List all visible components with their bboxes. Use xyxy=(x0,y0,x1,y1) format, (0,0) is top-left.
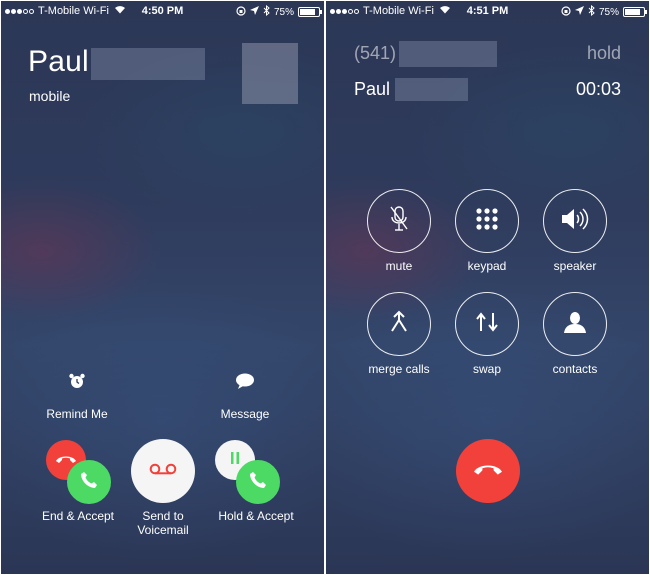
message-button[interactable]: Message xyxy=(200,371,290,421)
rotation-lock-icon xyxy=(236,5,246,19)
redacted-number xyxy=(399,41,497,67)
accept-call-mini-button[interactable] xyxy=(67,460,111,504)
keypad-grid-icon xyxy=(474,206,500,237)
caller-number-type: mobile xyxy=(29,88,71,104)
held-call-status: hold xyxy=(586,43,621,63)
remind-me-label: Remind Me xyxy=(46,407,108,421)
swap-button[interactable] xyxy=(455,292,519,356)
speaker-icon xyxy=(559,207,591,236)
redacted-surname xyxy=(91,48,205,80)
call-duration: 00:03 xyxy=(575,79,621,99)
in-call-screen: T-Mobile Wi-Fi 4:51 PM 75% (541) hold Pa… xyxy=(326,1,649,574)
status-bar: T-Mobile Wi-Fi 4:50 PM 75% xyxy=(1,1,324,21)
voicemail-label-line1: Send to xyxy=(142,509,184,523)
battery-percent: 75% xyxy=(273,6,294,18)
keypad-label: keypad xyxy=(467,259,507,273)
swap-label: swap xyxy=(472,362,501,376)
phone-icon xyxy=(80,471,98,494)
mute-label: mute xyxy=(385,259,413,273)
remind-me-button[interactable]: Remind Me xyxy=(32,371,122,421)
incoming-call-screen: T-Mobile Wi-Fi 4:50 PM 75% Paul mobile R… xyxy=(1,1,324,574)
contact-person-icon xyxy=(563,310,587,339)
speaker-label: speaker xyxy=(553,259,597,273)
voicemail-label-line2: Voicemail xyxy=(137,523,189,537)
pause-icon xyxy=(230,451,240,469)
caller-photo xyxy=(242,43,298,104)
end-call-button[interactable] xyxy=(456,439,520,503)
merge-calls-button[interactable] xyxy=(367,292,431,356)
status-right: 75% xyxy=(236,4,322,19)
alarm-clock-icon xyxy=(67,371,87,391)
location-arrow-icon xyxy=(249,6,259,18)
merge-icon xyxy=(388,310,410,339)
hold-accept-label: Hold & Accept xyxy=(218,509,294,523)
message-label: Message xyxy=(220,407,270,421)
held-call-number[interactable]: (541) xyxy=(354,43,396,64)
merge-calls-label: merge calls xyxy=(368,362,430,376)
battery-icon xyxy=(298,7,322,17)
voicemail-label: Send to Voicemail xyxy=(113,509,213,537)
bluetooth-icon xyxy=(588,4,595,19)
swap-icon xyxy=(474,310,500,339)
redacted-surname xyxy=(395,78,468,101)
contacts-button[interactable] xyxy=(543,292,607,356)
phone-hangup-icon xyxy=(471,462,505,481)
phone-icon xyxy=(249,471,267,494)
battery-icon xyxy=(623,7,647,17)
microphone-muted-icon xyxy=(388,205,410,238)
contacts-label: contacts xyxy=(552,362,598,376)
keypad-button[interactable] xyxy=(455,189,519,253)
rotation-lock-icon xyxy=(561,5,571,19)
mute-button[interactable] xyxy=(367,189,431,253)
speech-bubble-icon xyxy=(235,371,255,391)
accept-hold-mini-button[interactable] xyxy=(236,460,280,504)
send-to-voicemail-button[interactable] xyxy=(131,439,195,503)
voicemail-icon xyxy=(149,462,177,480)
caller-name: Paul xyxy=(28,45,89,78)
speaker-button[interactable] xyxy=(543,189,607,253)
location-arrow-icon xyxy=(574,6,584,18)
status-right: 75% xyxy=(561,4,647,19)
bluetooth-icon xyxy=(263,4,270,19)
battery-percent: 75% xyxy=(598,6,619,18)
active-caller-name[interactable]: Paul xyxy=(354,79,390,100)
status-bar: T-Mobile Wi-Fi 4:51 PM 75% xyxy=(326,1,649,21)
